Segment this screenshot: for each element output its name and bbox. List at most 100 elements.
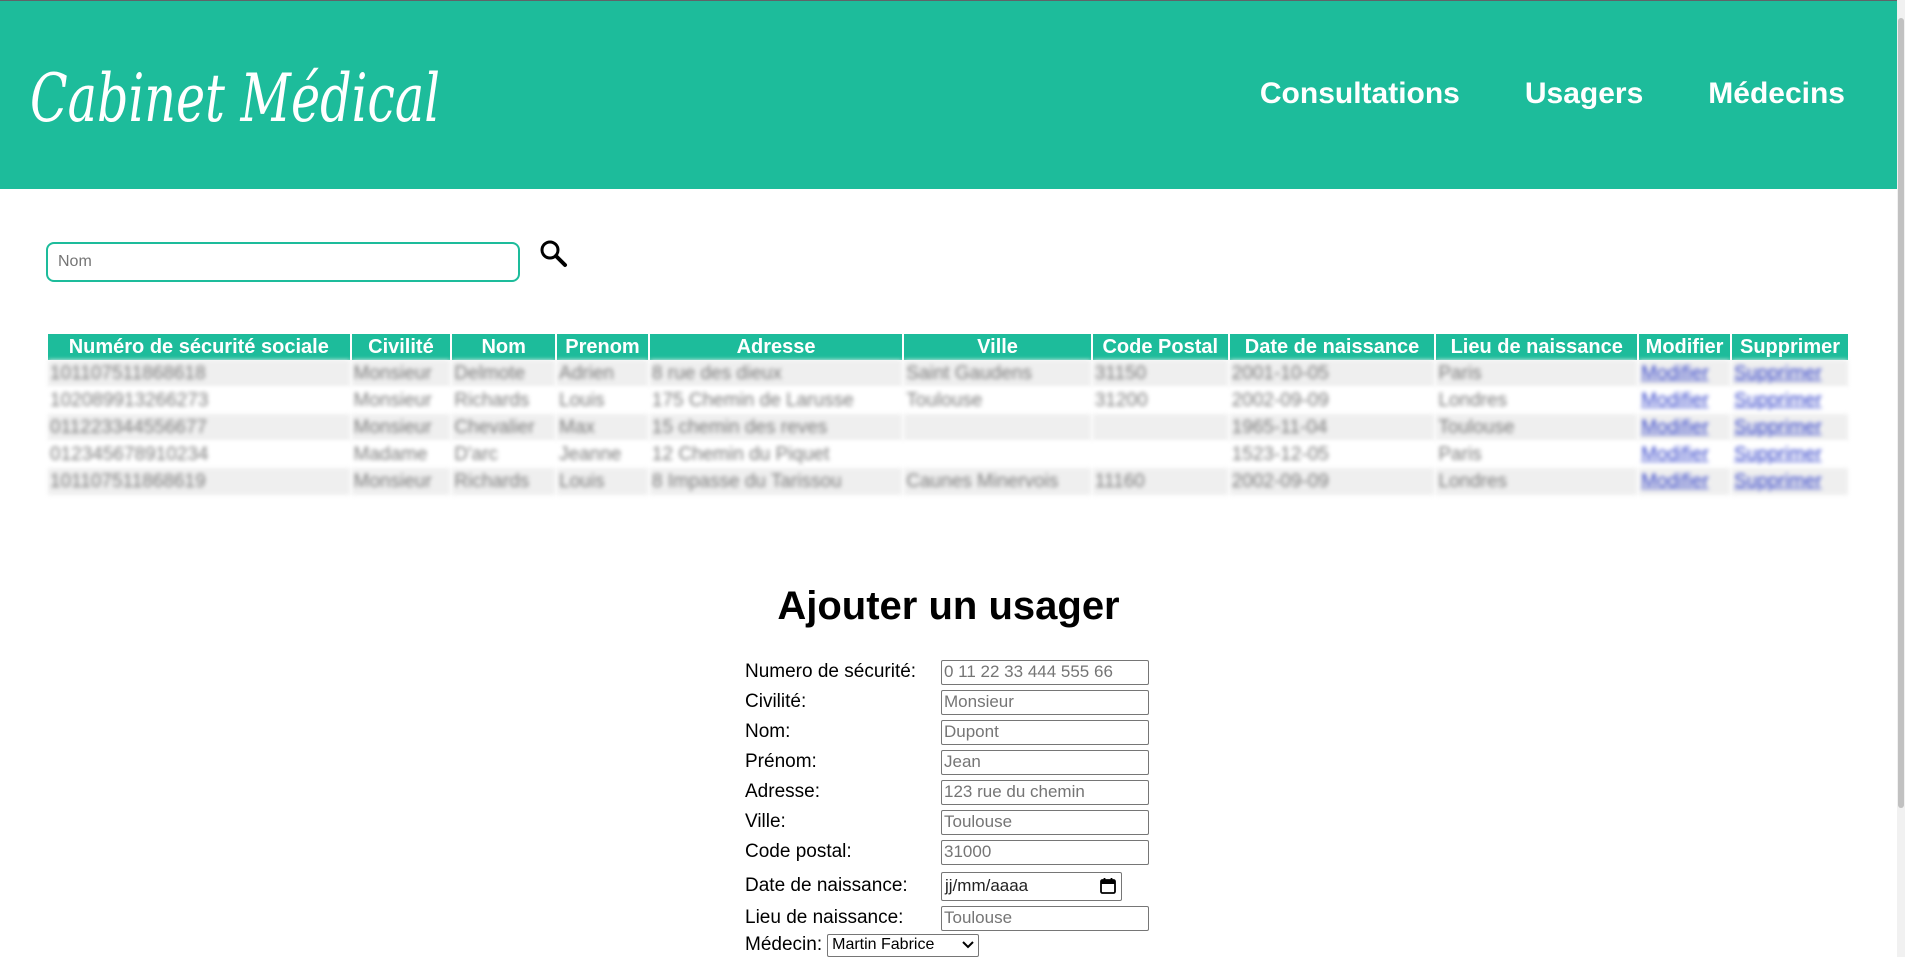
cell-nom: Chevalier [452,414,556,441]
cell-nss: 102089913266273 [48,387,350,414]
cell-modifier: Modifier [1639,441,1731,468]
form-row-date-naissance: Date de naissance: jj/mm/aaaa [745,869,1122,903]
col-header-ville: Ville [904,334,1091,360]
label-lieu-naissance: Lieu de naissance: [745,907,904,928]
col-header-prenom: Prenom [557,334,648,360]
cell-nss: 012345678910234 [48,441,350,468]
cell-lieu-naissance: Toulouse [1436,414,1638,441]
table-row: 012345678910234 Madame D'arc Jeanne 12 C… [48,441,1848,468]
cell-date-naissance: 2002-09-09 [1229,387,1435,414]
label-nss: Numero de sécurité: [745,661,917,682]
cell-prenom: Louis [557,468,648,495]
cell-lieu-naissance: Londres [1436,387,1638,414]
ville-input[interactable] [941,809,1149,835]
modifier-link[interactable]: Modifier [1641,471,1709,492]
col-header-adresse: Adresse [649,334,903,360]
cell-adresse: 12 Chemin du Piquet [649,441,903,468]
supprimer-link[interactable]: Supprimer [1734,363,1822,384]
cell-date-naissance: 2002-09-09 [1229,468,1435,495]
col-header-nss: Numéro de sécurité sociale [48,334,350,360]
search-input[interactable] [46,242,520,282]
cell-modifier: Modifier [1639,387,1731,414]
cell-prenom: Jeanne [557,441,648,468]
cell-supprimer: Supprimer [1732,387,1848,414]
cell-nss: 101107511868619 [48,468,350,495]
cell-nom: Richards [452,468,556,495]
table-row: 011223344556677 Monsieur Chevalier Max 1… [48,414,1848,441]
cell-prenom: Louis [557,387,648,414]
page-scrollbar[interactable] [1897,0,1905,957]
table-row: 101107511868619 Monsieur Richards Louis … [48,468,1848,495]
lieu-naissance-input[interactable] [941,905,1149,931]
label-date-naissance: Date de naissance: [745,875,908,896]
table-row: 102089913266273 Monsieur Richards Louis … [48,387,1848,414]
adresse-input[interactable] [941,779,1149,805]
supprimer-link[interactable]: Supprimer [1734,471,1822,492]
nav-medecins[interactable]: Médecins [1708,77,1845,111]
cell-supprimer: Supprimer [1732,414,1848,441]
form-row-code-postal: Code postal: [745,839,1149,865]
cell-date-naissance: 2001-10-05 [1229,360,1435,387]
col-header-lieu-naissance: Lieu de naissance [1436,334,1638,360]
cell-ville [904,441,1091,468]
chevron-down-icon [962,941,974,949]
form-row-lieu-naissance: Lieu de naissance: [745,905,1149,931]
site-header: Cabinet Médical Consultations Usagers Mé… [0,1,1897,189]
cell-adresse: 175 Chemin de Larusse [649,387,903,414]
cell-code-postal: 31200 [1092,387,1228,414]
cell-civilite: Monsieur [351,414,451,441]
date-naissance-input[interactable]: jj/mm/aaaa [941,871,1122,901]
nss-input[interactable] [941,659,1149,685]
nom-input[interactable] [941,719,1149,745]
cell-civilite: Monsieur [351,387,451,414]
form-row-nom: Nom: [745,719,1149,745]
cell-code-postal [1092,441,1228,468]
cell-lieu-naissance: Paris [1436,441,1638,468]
code-postal-input[interactable] [941,839,1149,865]
cell-nom: Delmote [452,360,556,387]
medecin-select[interactable]: Martin Fabrice [827,933,980,957]
col-header-civilite: Civilité [351,334,451,360]
form-row-nss: Numero de sécurité: [745,659,1149,685]
cell-date-naissance: 1965-11-04 [1229,414,1435,441]
users-table: Numéro de sécurité sociale Civilité Nom … [46,334,1850,495]
medecin-select-value: Martin Fabrice [832,936,935,953]
nav-usagers[interactable]: Usagers [1525,77,1643,111]
form-row-civilite: Civilité: [745,689,1149,715]
form-row-prenom: Prénom: [745,749,1149,775]
cell-civilite: Monsieur [351,360,451,387]
label-code-postal: Code postal: [745,841,852,862]
supprimer-link[interactable]: Supprimer [1734,417,1822,438]
cell-date-naissance: 1523-12-05 [1229,441,1435,468]
cell-modifier: Modifier [1639,414,1731,441]
nav-consultations[interactable]: Consultations [1260,77,1460,111]
cell-adresse: 15 chemin des reves [649,414,903,441]
table-row: 101107511868618 Monsieur Delmote Adrien … [48,360,1848,387]
cell-prenom: Adrien [557,360,648,387]
cell-supprimer: Supprimer [1732,468,1848,495]
cell-nss: 011223344556677 [48,414,350,441]
modifier-link[interactable]: Modifier [1641,390,1709,411]
svg-text:Cabinet Médical: Cabinet Médical [30,60,440,137]
cell-code-postal: 31150 [1092,360,1228,387]
cell-lieu-naissance: Londres [1436,468,1638,495]
col-header-date-naissance: Date de naissance [1229,334,1435,360]
cell-ville: Toulouse [904,387,1091,414]
form-row-adresse: Adresse: [745,779,1149,805]
scrollbar-thumb[interactable] [1898,18,1904,808]
modifier-link[interactable]: Modifier [1641,363,1709,384]
supprimer-link[interactable]: Supprimer [1734,444,1822,465]
prenom-input[interactable] [941,749,1149,775]
modifier-link[interactable]: Modifier [1641,417,1709,438]
table-header-row: Numéro de sécurité sociale Civilité Nom … [48,334,1848,360]
col-header-supprimer: Supprimer [1732,334,1848,360]
logo[interactable]: Cabinet Médical [30,31,460,151]
calendar-icon[interactable] [1099,877,1117,895]
cell-prenom: Max [557,414,648,441]
modifier-link[interactable]: Modifier [1641,444,1709,465]
col-header-nom: Nom [452,334,556,360]
col-header-code-postal: Code Postal [1092,334,1228,360]
search-icon[interactable] [538,238,570,270]
civilite-input[interactable] [941,689,1149,715]
supprimer-link[interactable]: Supprimer [1734,390,1822,411]
